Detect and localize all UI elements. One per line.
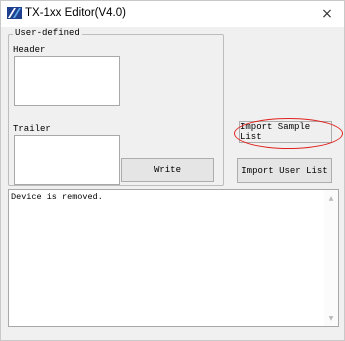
trailer-textbox[interactable] <box>14 135 120 185</box>
window-title: TX-1xx Editor(V4.0) <box>25 7 126 19</box>
import-user-list-button[interactable]: Import User List <box>237 158 332 183</box>
import-user-list-label: Import User List <box>241 165 328 176</box>
editor-window: TX-1xx Editor(V4.0) × User-defined Heade… <box>0 0 345 341</box>
import-sample-list-button[interactable]: Import Sample List <box>239 121 332 143</box>
close-icon: × <box>321 6 333 22</box>
header-label: Header <box>13 45 46 55</box>
write-button-label: Write <box>153 165 181 175</box>
title-bar[interactable]: TX-1xx Editor(V4.0) × <box>1 1 344 27</box>
import-sample-list-label: Import Sample List <box>240 122 311 142</box>
group-legend: User-defined <box>13 28 82 38</box>
log-scrollbar[interactable]: ▲ ▼ <box>324 190 338 326</box>
app-logo-icon <box>7 7 22 19</box>
write-button[interactable]: Write <box>121 158 214 182</box>
scroll-down-icon[interactable]: ▼ <box>324 312 338 324</box>
trailer-label: Trailer <box>13 124 51 134</box>
header-textbox[interactable] <box>14 56 120 106</box>
close-button[interactable]: × <box>310 1 344 27</box>
log-output[interactable]: Device is removed. ▲ ▼ <box>8 189 339 327</box>
log-text: Device is removed. <box>11 192 103 202</box>
scroll-up-icon[interactable]: ▲ <box>324 192 338 204</box>
